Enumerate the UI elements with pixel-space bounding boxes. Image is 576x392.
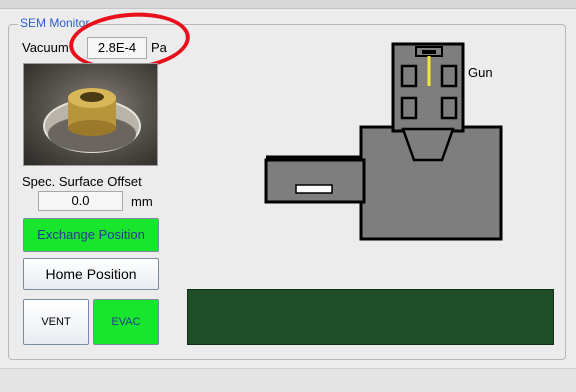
lens-coil-right-upper <box>440 64 458 88</box>
specimen-holder <box>295 184 333 194</box>
gun-emitter <box>422 50 436 54</box>
gun-label: Gun <box>468 65 493 80</box>
specimen-stage-photo <box>23 63 158 166</box>
surface-offset-field[interactable]: 0.0 <box>38 191 123 211</box>
status-display <box>187 289 554 345</box>
vent-button[interactable]: VENT <box>23 299 89 345</box>
load-lock-arm <box>264 158 366 204</box>
lens-coil-left-lower <box>400 96 418 120</box>
surface-offset-label: Spec. Surface Offset <box>22 174 142 189</box>
exchange-position-button[interactable]: Exchange Position <box>23 218 159 252</box>
vacuum-label: Vacuum <box>22 40 69 55</box>
home-position-button[interactable]: Home Position <box>23 258 159 290</box>
stage-holder-rim <box>68 120 116 136</box>
window-top-strip <box>0 0 576 9</box>
surface-offset-unit: mm <box>131 194 153 209</box>
lens-coil-right-lower <box>440 96 458 120</box>
lens-coil-left-upper <box>400 64 418 88</box>
window-bottom-strip <box>0 368 576 392</box>
evac-button[interactable]: EVAC <box>93 299 159 345</box>
stage-holder-hole <box>80 92 104 102</box>
